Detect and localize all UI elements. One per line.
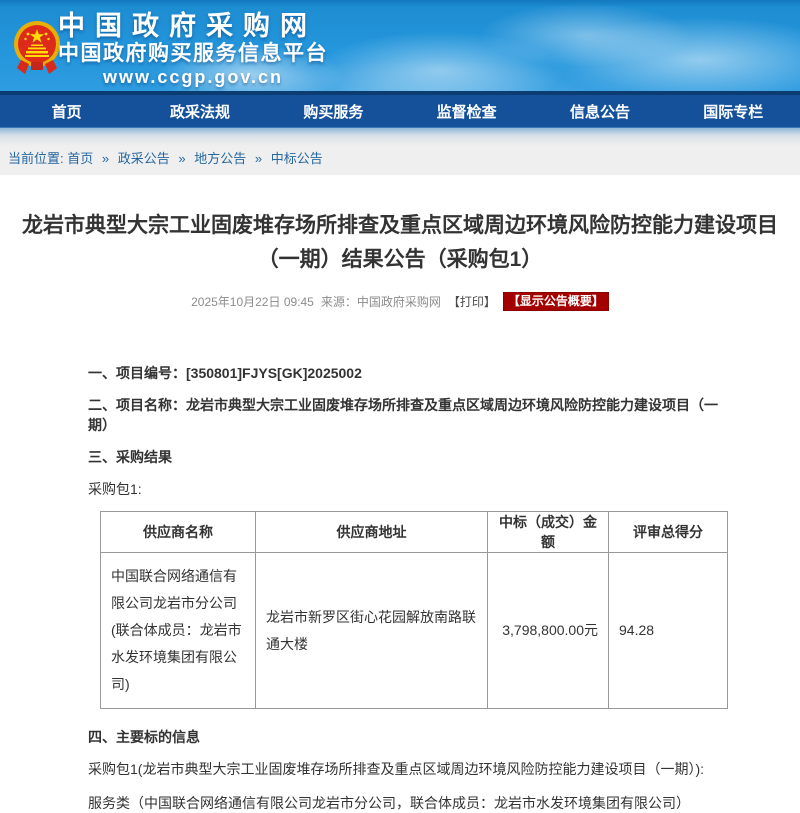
page-title-line1: 龙岩市典型大宗工业固废堆存场所排查及重点区域周边环境风险防控能力建设项目 — [14, 209, 786, 243]
nav-item-regulations[interactable]: 政采法规 — [133, 95, 266, 127]
main-nav: 首页 政采法规 购买服务 监督检查 信息公告 国际专栏 — [0, 95, 800, 128]
show-summary-button[interactable]: 【显示公告概要】 — [503, 292, 609, 311]
package-detail-line: 采购包1(龙岩市典型大宗工业固废堆存场所排查及重点区域周边环境风险防控能力建设项… — [88, 759, 726, 779]
nav-item-supervision[interactable]: 监督检查 — [400, 95, 533, 127]
breadcrumb-separator: » — [102, 151, 109, 166]
site-name: 中国政府采购网 — [58, 11, 328, 41]
cell-review-score: 94.28 — [609, 553, 728, 709]
site-subtitle: 中国政府购买服务信息平台 — [58, 41, 328, 66]
nav-item-announcements[interactable]: 信息公告 — [533, 95, 666, 127]
project-name-line: 二、项目名称：龙岩市典型大宗工业固废堆存场所排查及重点区域周边环境风险防控能力建… — [88, 395, 726, 435]
breadcrumb-separator: » — [255, 151, 262, 166]
breadcrumb: 当前位置: 首页 » 政采公告 » 地方公告 » 中标公告 — [8, 148, 323, 167]
cell-supplier-name: 中国联合网络通信有限公司龙岩市分公司(联合体成员：龙岩市水发环境集团有限公司) — [101, 553, 256, 709]
service-detail-line: 服务类（中国联合网络通信有限公司龙岩市分公司，联合体成员：龙岩市水发环境集团有限… — [88, 793, 726, 813]
cell-award-amount: 3,798,800.00元 — [488, 553, 609, 709]
breadcrumb-separator: » — [178, 151, 185, 166]
col-supplier-address: 供应商地址 — [256, 512, 488, 553]
procurement-result-heading: 三、采购结果 — [88, 447, 726, 467]
site-logo[interactable]: 中国政府采购网 中国政府购买服务信息平台 www.ccgp.gov.cn — [58, 11, 328, 88]
col-award-amount: 中标（成交）金额 — [488, 512, 609, 553]
result-table: 供应商名称 供应商地址 中标（成交）金额 评审总得分 中国联合网络通信有限公司龙… — [100, 511, 728, 709]
cell-supplier-address: 龙岩市新罗区街心花园解放南路联通大楼 — [256, 553, 488, 709]
breadcrumb-link-procurement-notices[interactable]: 政采公告 — [118, 151, 170, 166]
main-subject-heading: 四、主要标的信息 — [88, 727, 726, 747]
breadcrumb-label: 当前位置: — [8, 151, 64, 166]
col-supplier-name: 供应商名称 — [101, 512, 256, 553]
col-review-score: 评审总得分 — [609, 512, 728, 553]
package-label: 采购包1: — [88, 479, 726, 499]
article-meta: 2025年10月22日 09:45 来源：中国政府采购网 【打印】 【显示公告概… — [14, 292, 786, 311]
article-body: 一、项目编号：[350801]FJYS[GK]2025002 二、项目名称：龙岩… — [88, 363, 726, 813]
page-title-line2: （一期）结果公告（采购包1） — [14, 243, 786, 277]
breadcrumb-link-home[interactable]: 首页 — [67, 151, 93, 166]
breadcrumb-link-local-notices[interactable]: 地方公告 — [194, 151, 246, 166]
nav-item-home[interactable]: 首页 — [0, 95, 133, 127]
source-label: 来源：中国政府采购网 — [321, 293, 441, 310]
site-banner: 中国政府采购网 中国政府购买服务信息平台 www.ccgp.gov.cn — [0, 0, 800, 91]
national-emblem-icon — [13, 18, 61, 85]
publish-datetime: 2025年10月22日 09:45 — [191, 293, 314, 310]
site-url: www.ccgp.gov.cn — [58, 66, 328, 88]
table-row: 中国联合网络通信有限公司龙岩市分公司(联合体成员：龙岩市水发环境集团有限公司) … — [101, 553, 728, 709]
breadcrumb-strip: 当前位置: 首页 » 政采公告 » 地方公告 » 中标公告 — [0, 128, 800, 175]
nav-item-international[interactable]: 国际专栏 — [667, 95, 800, 127]
article-main: 龙岩市典型大宗工业固废堆存场所排查及重点区域周边环境风险防控能力建设项目 （一期… — [0, 209, 800, 813]
breadcrumb-link-award-notices[interactable]: 中标公告 — [271, 151, 323, 166]
nav-item-purchase-service[interactable]: 购买服务 — [267, 95, 400, 127]
print-button[interactable]: 【打印】 — [448, 293, 496, 310]
page-title: 龙岩市典型大宗工业固废堆存场所排查及重点区域周边环境风险防控能力建设项目 （一期… — [14, 209, 786, 277]
table-header-row: 供应商名称 供应商地址 中标（成交）金额 评审总得分 — [101, 512, 728, 553]
project-number-line: 一、项目编号：[350801]FJYS[GK]2025002 — [88, 363, 726, 383]
